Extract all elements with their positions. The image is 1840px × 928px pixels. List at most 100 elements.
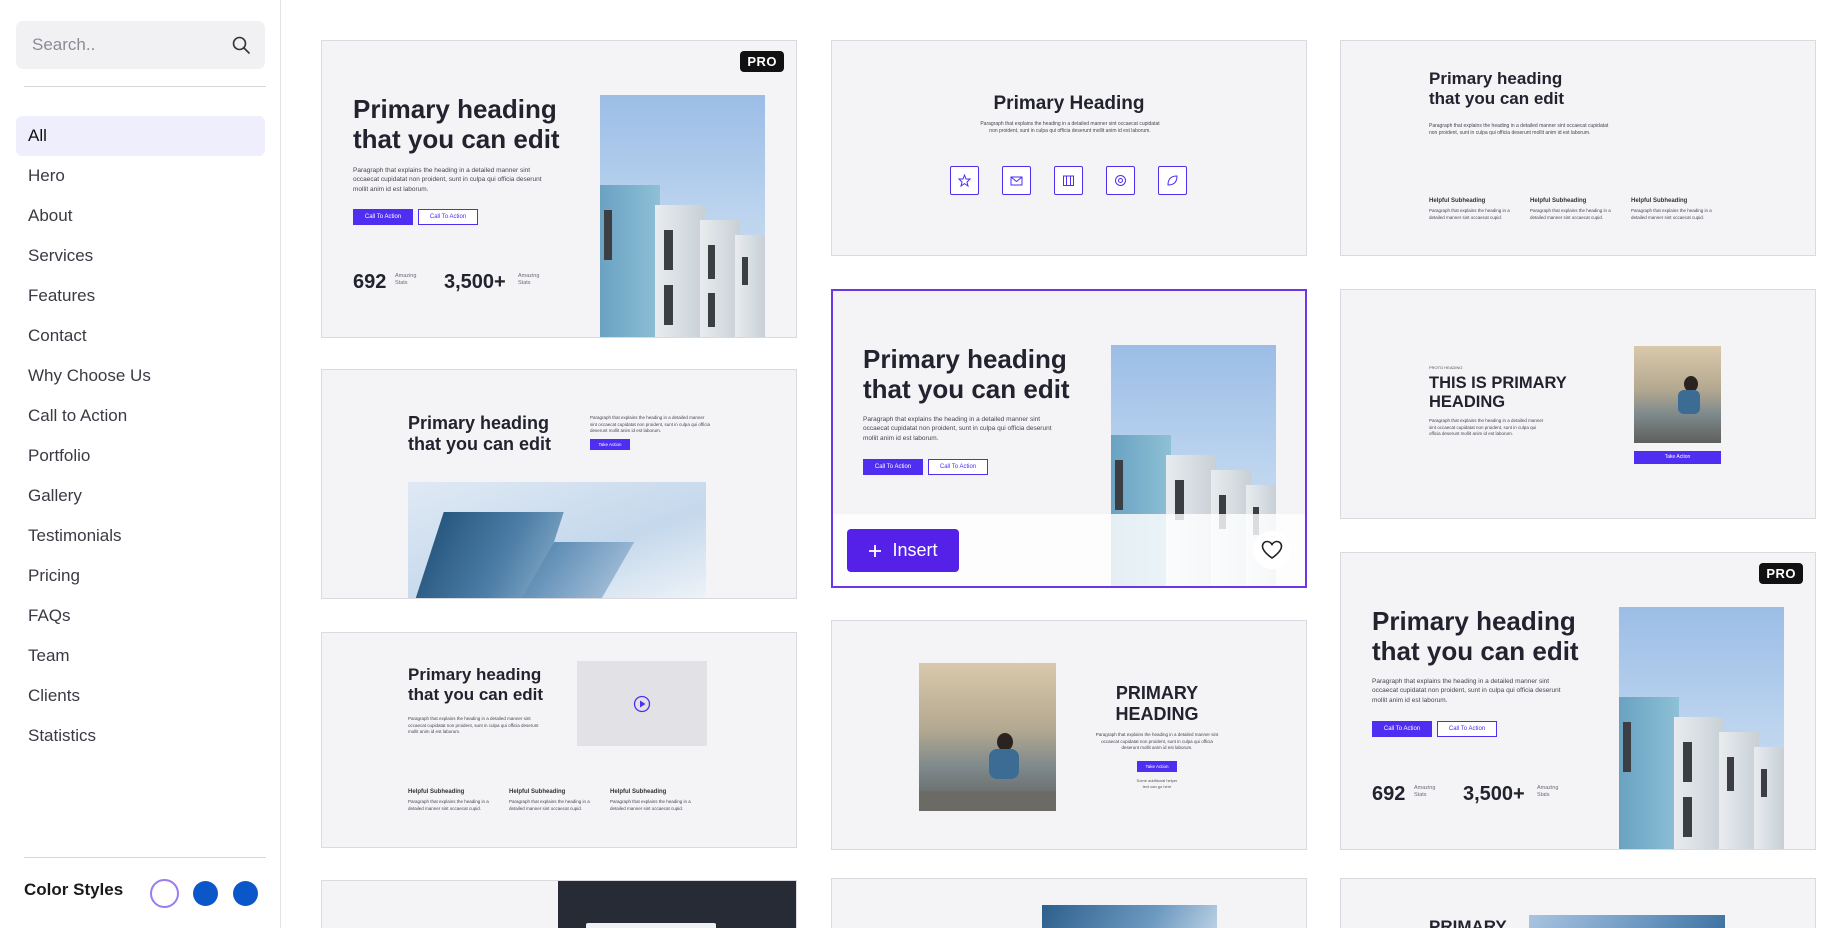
card-heading: HEADING — [1429, 392, 1506, 411]
building-image — [600, 95, 765, 337]
card-paragraph: Paragraph that explains the heading in a… — [1095, 732, 1219, 751]
stat-label: Amazing Stats — [1414, 785, 1436, 798]
nav-item-contact[interactable]: Contact — [16, 316, 265, 356]
subheading-paragraph: Paragraph that explains the heading in a… — [408, 799, 489, 811]
nav-item-about[interactable]: About — [16, 196, 265, 236]
template-card-hero-stats-pro[interactable]: PRO Primary heading that you can edit Pa… — [1340, 552, 1816, 850]
cta-primary-button: Call To Action — [1372, 721, 1432, 737]
search-icon[interactable] — [231, 35, 251, 55]
tower-image — [1529, 915, 1725, 928]
nav-item-portfolio[interactable]: Portfolio — [16, 436, 265, 476]
template-card-heading-subheadings[interactable]: Primary heading that you can edit Paragr… — [1340, 40, 1816, 256]
card-heading: that you can edit — [408, 684, 544, 704]
nav-item-why-choose-us[interactable]: Why Choose Us — [16, 356, 265, 396]
color-swatch-white[interactable] — [150, 879, 179, 908]
subheading-paragraph: Paragraph that explains the heading in a… — [509, 799, 590, 811]
nav-item-pricing[interactable]: Pricing — [16, 556, 265, 596]
card-heading: HEADING — [1115, 703, 1199, 724]
template-card-image-left-heading[interactable]: PRIMARY HEADING Paragraph that explains … — [831, 620, 1307, 850]
leaf-icon — [1158, 166, 1187, 195]
template-card-partial[interactable] — [321, 880, 797, 928]
nav-item-gallery[interactable]: Gallery — [16, 476, 265, 516]
star-icon — [950, 166, 979, 195]
subheading: Helpful Subheading — [1429, 198, 1486, 204]
template-card-uppercase-heading[interactable]: PROTO HEADING THIS IS PRIMARY HEADING Pa… — [1340, 289, 1816, 519]
card-paragraph: Paragraph that explains the heading in a… — [1429, 418, 1544, 437]
insert-button[interactable]: Insert — [847, 529, 959, 572]
nav-item-services[interactable]: Services — [16, 236, 265, 276]
subheading: Helpful Subheading — [408, 789, 465, 795]
template-card-hero-selected[interactable]: Primary heading that you can edit Paragr… — [831, 289, 1307, 588]
nav-item-call-to-action[interactable]: Call to Action — [16, 396, 265, 436]
card-paragraph: Paragraph that explains the heading in a… — [980, 121, 1160, 135]
card-heading: that you can edit — [408, 433, 552, 454]
sidebar: All Hero About Services Features Contact… — [0, 0, 281, 928]
template-card-partial[interactable]: PRIMARY — [1340, 878, 1816, 928]
subheading: Helpful Subheading — [1530, 198, 1587, 204]
play-icon — [633, 695, 651, 713]
card-heading: Primary heading — [1372, 606, 1576, 636]
template-card-hero-stats[interactable]: PRO Primary heading that you can edit Pa… — [321, 40, 797, 338]
proto-heading: PROTO HEADING — [1429, 365, 1463, 370]
nav-item-clients[interactable]: Clients — [16, 676, 265, 716]
nav-item-statistics[interactable]: Statistics — [16, 716, 265, 756]
template-card-partial[interactable] — [831, 878, 1307, 928]
insert-label: Insert — [892, 540, 938, 560]
card-heading: Primary heading — [408, 413, 550, 433]
divider — [24, 857, 266, 858]
subheading: Helpful Subheading — [509, 789, 566, 795]
nav-item-hero[interactable]: Hero — [16, 156, 265, 196]
template-card-video-subheadings[interactable]: Primary heading that you can edit Paragr… — [321, 632, 797, 848]
card-heading: that you can edit — [863, 373, 1070, 404]
search-box[interactable] — [16, 21, 265, 69]
support-icon — [1106, 166, 1135, 195]
nav-item-faqs[interactable]: FAQs — [16, 596, 265, 636]
cta-primary-button: Call To Action — [863, 459, 923, 475]
stat-label: Amazing Stats — [518, 273, 540, 286]
pro-badge: PRO — [740, 51, 784, 72]
cta-secondary-button: Call To Action — [418, 209, 478, 225]
stat-value: 692 — [1372, 783, 1406, 805]
card-paragraph: Paragraph that explains the heading in a… — [408, 716, 539, 735]
nav-item-features[interactable]: Features — [16, 276, 265, 316]
favorite-heart-icon[interactable] — [1253, 531, 1291, 569]
nav-item-team[interactable]: Team — [16, 636, 265, 676]
card-heading: Primary heading — [1429, 69, 1563, 88]
card-paragraph: Paragraph that explains the heading in a… — [863, 416, 1052, 442]
card-paragraph: Paragraph that explains the heading in a… — [1429, 123, 1609, 137]
pro-badge: PRO — [1759, 563, 1803, 584]
template-card-heading-tower[interactable]: Primary heading that you can edit Paragr… — [321, 369, 797, 599]
card-heading: that you can edit — [353, 123, 560, 154]
take-action-button: Take Action — [1634, 451, 1721, 464]
card-heading: Primary heading — [408, 665, 542, 684]
nav-item-testimonials[interactable]: Testimonials — [16, 516, 265, 556]
envelope-icon — [1002, 166, 1031, 195]
subheading-paragraph: Paragraph that explains the heading in a… — [1429, 208, 1510, 220]
woman-sitting-image — [919, 663, 1056, 811]
subheading: Helpful Subheading — [1631, 198, 1688, 204]
color-styles-label: Color Styles — [24, 880, 124, 899]
color-swatch-blue[interactable] — [193, 881, 218, 906]
take-action-button: Take Action — [1137, 761, 1177, 772]
subheading-paragraph: Paragraph that explains the heading in a… — [610, 799, 691, 811]
template-card-features-icons[interactable]: Primary Heading Paragraph that explains … — [831, 40, 1307, 256]
card-heading: PRIMARY — [1429, 917, 1507, 928]
plus-icon — [869, 544, 882, 557]
subheading-paragraph: Paragraph that explains the heading in a… — [1631, 208, 1712, 220]
woman-sitting-image — [1634, 346, 1721, 443]
stat-value: 3,500+ — [444, 271, 506, 293]
search-input[interactable] — [16, 21, 216, 69]
video-placeholder — [577, 661, 707, 746]
stat-value: 3,500+ — [1463, 783, 1525, 805]
divider — [24, 86, 266, 87]
cta-primary-button: Call To Action — [353, 209, 413, 225]
subheading-paragraph: Paragraph that explains the heading in a… — [1530, 208, 1611, 220]
cta-secondary-button: Call To Action — [928, 459, 988, 475]
insert-overlay: Insert — [833, 514, 1305, 586]
dark-panel — [558, 881, 796, 928]
card-heading: that you can edit — [1372, 635, 1579, 666]
building-icon — [1054, 166, 1083, 195]
color-swatch-blue-2[interactable] — [233, 881, 258, 906]
building-image — [1619, 607, 1784, 849]
nav-item-all[interactable]: All — [16, 116, 265, 156]
